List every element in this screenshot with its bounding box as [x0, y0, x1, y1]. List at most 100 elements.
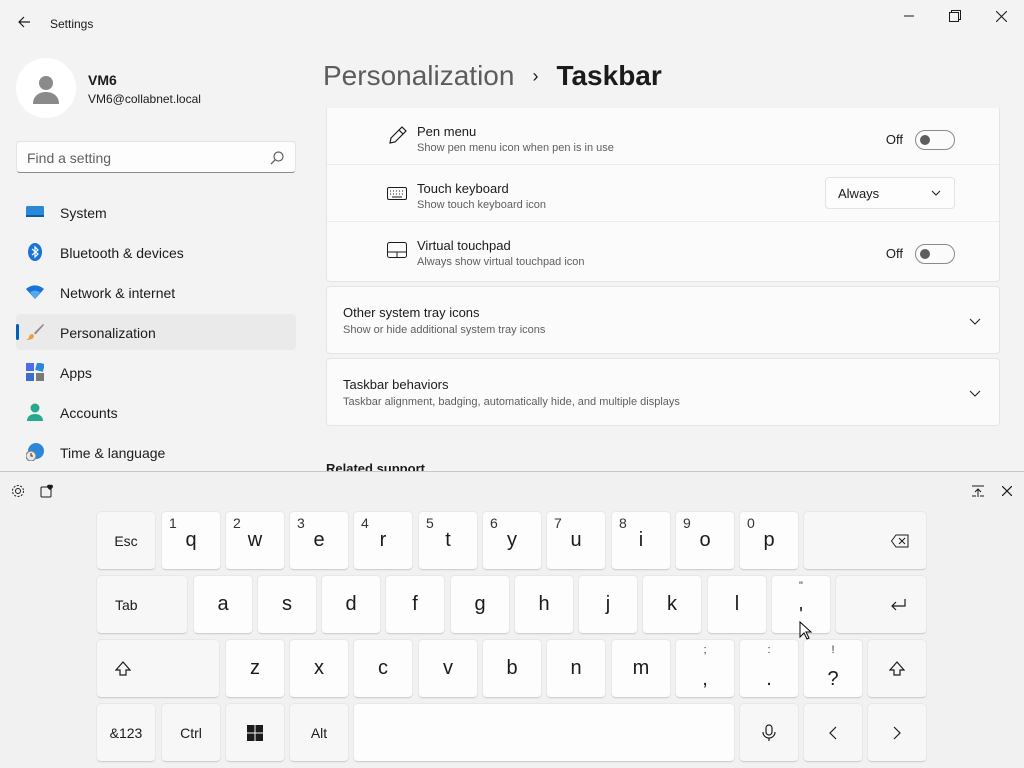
key-voice-typing[interactable]: [740, 704, 798, 762]
key-backspace[interactable]: [804, 512, 926, 570]
key-right-arrow[interactable]: [868, 704, 926, 762]
key-o[interactable]: 9o: [676, 512, 734, 570]
key-a[interactable]: a: [194, 576, 252, 634]
maximize-button[interactable]: [932, 0, 978, 32]
minimize-icon: [904, 15, 914, 17]
key-y[interactable]: 6y: [483, 512, 541, 570]
setting-row-virtual-touchpad: Virtual touchpad Always show virtual tou…: [327, 221, 999, 277]
key-w[interactable]: 2w: [226, 512, 284, 570]
other-system-tray-icons-expander[interactable]: Other system tray icons Show or hide add…: [326, 286, 1000, 354]
key-c[interactable]: c: [354, 640, 412, 698]
key-shift-label: !: [831, 644, 835, 656]
close-icon: [995, 10, 1007, 22]
setting-description: Show pen menu icon when pen is in use: [417, 142, 614, 154]
key-g[interactable]: g: [451, 576, 509, 634]
key-n[interactable]: n: [547, 640, 605, 698]
key-m[interactable]: m: [612, 640, 670, 698]
page-title: Taskbar: [556, 60, 662, 91]
taskbar-behaviors-expander[interactable]: Taskbar behaviors Taskbar alignment, bad…: [326, 358, 1000, 426]
key-label: y: [507, 529, 517, 551]
sidebar-item-accounts[interactable]: Accounts: [16, 394, 296, 430]
key-shift-left[interactable]: [97, 640, 219, 698]
sidebar-nav: System Bluetooth & devices Network & int…: [16, 194, 296, 474]
minimize-button[interactable]: [886, 0, 932, 32]
key-question[interactable]: !?: [804, 640, 862, 698]
restore-icon: [949, 10, 961, 22]
key-s[interactable]: s: [258, 576, 316, 634]
key-u[interactable]: 7u: [547, 512, 605, 570]
sidebar-item-personalization[interactable]: Personalization: [16, 314, 296, 350]
setting-description: Always show virtual touchpad icon: [417, 256, 585, 268]
key-q[interactable]: 1q: [162, 512, 220, 570]
key-space[interactable]: [354, 704, 734, 762]
globe-clock-icon: [26, 443, 44, 461]
touch-keyboard-dropdown[interactable]: Always: [825, 177, 955, 209]
key-esc[interactable]: Esc: [97, 512, 155, 570]
keyboard-icon: [387, 187, 407, 200]
enter-icon: [891, 598, 906, 610]
key-label: i: [638, 529, 644, 551]
key-i[interactable]: 8i: [612, 512, 670, 570]
key-number: 3: [297, 515, 305, 531]
key-p[interactable]: 0p: [740, 512, 798, 570]
back-arrow-icon: [18, 16, 30, 28]
key-ctrl[interactable]: Ctrl: [162, 704, 220, 762]
key-symbols[interactable]: &123: [97, 704, 155, 762]
key-v[interactable]: v: [419, 640, 477, 698]
key-z[interactable]: z: [226, 640, 284, 698]
key-h[interactable]: h: [515, 576, 573, 634]
key-label: u: [570, 529, 582, 551]
search-input[interactable]: Find a setting: [16, 141, 296, 173]
key-comma[interactable]: ;,: [676, 640, 734, 698]
toggle-state-label: Off: [885, 246, 903, 261]
key-label: o: [699, 529, 711, 551]
back-button[interactable]: [12, 10, 36, 34]
key-tab[interactable]: Tab: [97, 576, 187, 634]
key-r[interactable]: 4r: [354, 512, 412, 570]
key-x[interactable]: x: [290, 640, 348, 698]
key-period[interactable]: :.: [740, 640, 798, 698]
sidebar-item-label: Network & internet: [60, 285, 176, 301]
key-e[interactable]: 3e: [290, 512, 348, 570]
close-keyboard-button[interactable]: [998, 482, 1016, 500]
key-f[interactable]: f: [386, 576, 444, 634]
sidebar-item-system[interactable]: System: [16, 194, 296, 230]
user-profile[interactable]: VM6 VM6@collabnet.local: [16, 58, 296, 118]
key-j[interactable]: j: [579, 576, 637, 634]
sidebar-item-network[interactable]: Network & internet: [16, 274, 296, 310]
key-l[interactable]: l: [708, 576, 766, 634]
user-name: VM6: [88, 72, 117, 88]
breadcrumb-parent[interactable]: Personalization: [323, 60, 514, 92]
key-number: 5: [426, 515, 434, 531]
sidebar-item-apps[interactable]: Apps: [16, 354, 296, 390]
keyboard-settings-button[interactable]: [9, 482, 27, 500]
sidebar-item-label: Accounts: [60, 405, 118, 421]
key-left-arrow[interactable]: [804, 704, 862, 762]
close-button[interactable]: [978, 0, 1024, 32]
expander-title: Taskbar behaviors: [343, 377, 449, 392]
emoji-panel-button[interactable]: [38, 482, 56, 500]
pen-menu-toggle[interactable]: [915, 130, 955, 150]
key-enter[interactable]: [836, 576, 926, 634]
sidebar-item-time-language[interactable]: Time & language: [16, 434, 296, 470]
emoji-heart-icon: [40, 484, 53, 498]
sidebar-item-bluetooth[interactable]: Bluetooth & devices: [16, 234, 296, 270]
key-b[interactable]: b: [483, 640, 541, 698]
key-t[interactable]: 5t: [419, 512, 477, 570]
key-shift-label: ": [799, 580, 803, 592]
key-alt[interactable]: Alt: [290, 704, 348, 762]
key-windows[interactable]: [226, 704, 284, 762]
key-d[interactable]: d: [322, 576, 380, 634]
brush-icon: [26, 324, 44, 340]
key-shift-right[interactable]: [868, 640, 926, 698]
expander-description: Taskbar alignment, badging, automaticall…: [343, 396, 680, 408]
chevron-right-icon: ›: [532, 65, 539, 86]
apps-icon: [26, 363, 44, 381]
key-label: t: [445, 529, 451, 551]
toggle-state-label: Off: [885, 132, 903, 147]
virtual-touchpad-toggle[interactable]: [915, 244, 955, 264]
dock-keyboard-button[interactable]: [969, 482, 987, 500]
key-label: ,: [702, 668, 708, 690]
key-k[interactable]: k: [643, 576, 701, 634]
dock-icon: [972, 485, 984, 497]
